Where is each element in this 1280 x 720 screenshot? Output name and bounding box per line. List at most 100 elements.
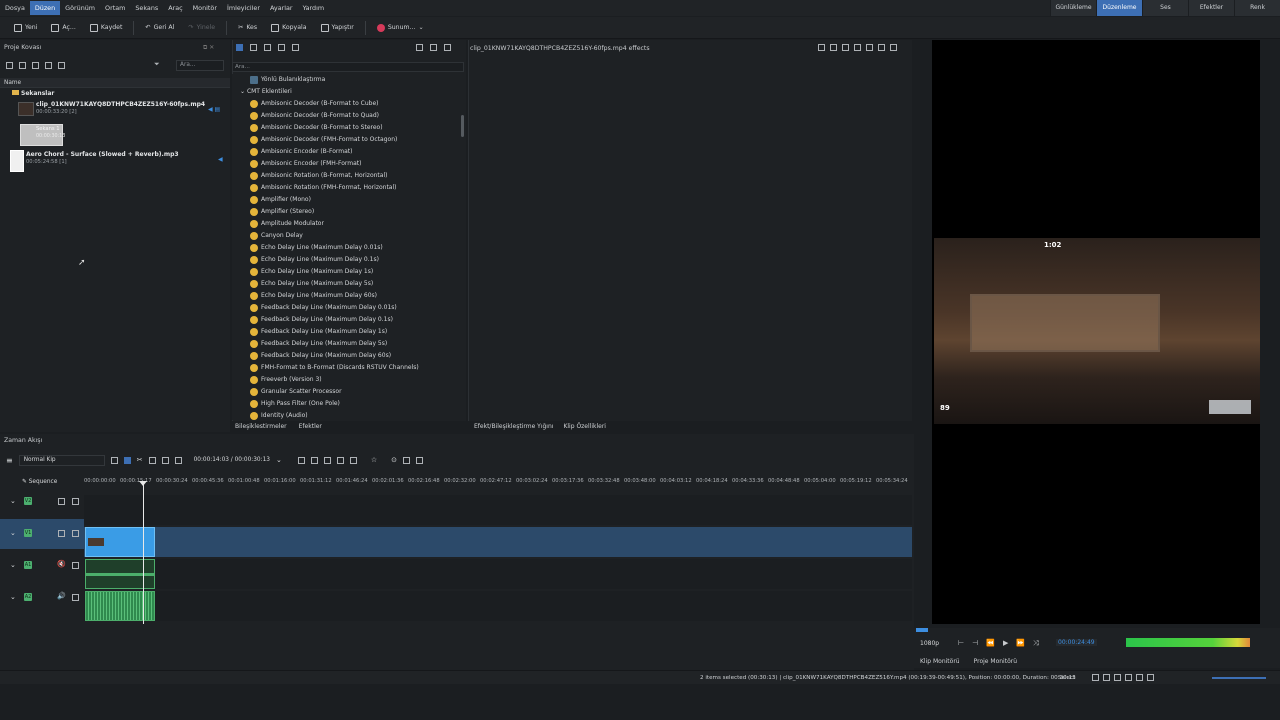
project-audio-row[interactable]: Aero Chord - Surface (Slowed + Reverb).m… [0,148,230,172]
audio-thumb-icon[interactable] [1114,674,1121,681]
video-filter-icon[interactable] [250,44,257,51]
effect-item[interactable]: Ambisonic Decoder (B-Format to Quad) [232,110,458,122]
project-column-header[interactable]: Name [0,78,230,88]
chevron-down-icon[interactable]: ⌄ [10,529,16,537]
tab-project-monitor[interactable]: Proje Monitörü [974,658,1017,665]
effect-item[interactable]: Echo Delay Line (Maximum Delay 0.01s) [232,242,458,254]
star-icon[interactable]: ☆ [371,456,377,464]
download-icon[interactable] [416,44,423,51]
menu-sequence[interactable]: Sekans [130,1,163,15]
menu-icon[interactable] [6,61,13,69]
lock-icon[interactable] [72,562,79,569]
cut-button[interactable]: ✂ Kes [232,19,263,37]
monitor-timecode[interactable]: 00:00:24:49 [1056,639,1097,646]
timeline-audio-clip-a2[interactable] [85,591,155,621]
thumbnail-icon[interactable] [1103,674,1110,681]
status-select-mode[interactable]: Select [1058,671,1075,685]
power-icon[interactable] [890,44,897,51]
add-clip-icon[interactable] [19,61,26,69]
tab-clip-monitor[interactable]: Klip Monitörü [920,658,960,665]
effects-search-input[interactable]: Ara... [232,62,464,72]
markers-icon[interactable] [1125,674,1132,681]
compare-icon[interactable] [818,44,825,51]
menu-clip[interactable]: Ortam [100,1,130,15]
effect-item[interactable]: Ambisonic Encoder (FMH-Format) [232,158,458,170]
save-button[interactable]: Kaydet [84,19,129,37]
effect-item[interactable]: Echo Delay Line (Maximum Delay 0.1s) [232,254,458,266]
effect-item[interactable]: Ambisonic Decoder (FMH-Format to Octagon… [232,134,458,146]
rewind-icon[interactable]: ⏪ [986,639,995,648]
speaker-muted-icon[interactable]: 🔇 [57,560,66,568]
effect-item[interactable]: Amplitude Modulator [232,218,458,230]
mixer-icon[interactable]: ⊙ [391,456,397,464]
chevron-down-icon[interactable]: ⌄ [10,497,16,505]
speaker-icon[interactable]: 🔊 [57,592,66,600]
mark-out-icon[interactable]: ⊣ [972,639,978,648]
render-button[interactable]: Sunum... ⌄ [371,19,430,37]
save-stack-icon[interactable] [854,44,861,51]
copy-button[interactable]: Kopyala [265,19,312,37]
lock-icon[interactable] [72,498,79,505]
spacer-icon[interactable] [110,456,118,464]
menu-settings[interactable]: Ayarlar [265,1,298,15]
chevron-down-icon[interactable]: ⌄ [10,593,16,601]
workspace-logging[interactable]: Günlükleme [1050,0,1096,16]
favorite-icon[interactable] [292,44,299,51]
multicam-icon[interactable] [174,456,182,464]
menu-help[interactable]: Yardım [298,1,330,15]
menu-edit[interactable]: Düzen [29,1,61,15]
panel-float-icon[interactable]: ⧉ ✕ [203,44,214,52]
tab-effect-stack[interactable]: Efekt/Bileşikleştirme Yığını [474,421,553,432]
overwrite-icon[interactable] [310,456,318,464]
workspace-color[interactable]: Renk [1234,0,1280,16]
tab-compositions[interactable]: Bileşiklestirmeler [235,421,287,432]
track-monitor-icon[interactable] [58,530,65,537]
effect-item[interactable]: Freeverb (Version 3) [232,374,458,386]
workspace-audio[interactable]: Ses [1142,0,1188,16]
filter-icon[interactable] [430,44,437,51]
split-icon[interactable] [842,44,849,51]
folder-row[interactable]: Sekanslar [0,90,230,99]
project-clip-row[interactable]: clip_01KNW71KAYQ8DTHPCB4ZEZ516Y-60fps.mp… [0,100,230,120]
effect-item[interactable]: Ambisonic Decoder (B-Format to Cube) [232,98,458,110]
effect-item[interactable]: Echo Delay Line (Maximum Delay 1s) [232,266,458,278]
effect-item[interactable]: Ambisonic Rotation (B-Format, Horizontal… [232,170,458,182]
chevron-down-icon[interactable]: ⌄ [10,561,16,569]
tab-clip-properties[interactable]: Klip Özellikleri [563,421,606,432]
open-button[interactable]: Aç... [45,19,81,37]
chevron-down-icon[interactable]: ⌄ [276,456,282,464]
zoom-slider[interactable] [1212,677,1266,679]
redo-button[interactable]: ↷ Yinele [182,19,221,37]
folder-icon[interactable] [32,61,39,69]
hamburger-icon[interactable]: ≡ [6,456,13,465]
track-target-badge[interactable]: V2 [24,497,32,505]
tab-effects[interactable]: Efektler [299,421,322,432]
effect-item[interactable]: Ambisonic Encoder (B-Format) [232,146,458,158]
track-lane-a1[interactable] [84,559,912,589]
snap-icon[interactable] [1092,674,1099,681]
effect-item[interactable]: Feedback Delay Line (Maximum Delay 60s) [232,350,458,362]
list-view-icon[interactable] [58,61,65,69]
track-target-badge[interactable]: A2 [24,593,32,601]
menu-file[interactable]: Dosya [0,1,30,15]
lock-icon[interactable] [72,530,79,537]
track-lane-a2[interactable] [84,591,912,621]
menu-monitor[interactable]: Monitör [188,1,222,15]
effect-item[interactable]: Feedback Delay Line (Maximum Delay 5s) [232,338,458,350]
workspace-editing[interactable]: Düzenleme [1096,0,1142,16]
layout-icon[interactable] [415,456,423,464]
track-target-badge[interactable]: V1 [24,529,32,537]
zoom-in-icon[interactable] [1147,674,1154,681]
menu-view[interactable]: Görünüm [60,1,100,15]
edit-mode-select[interactable]: Normal Kip [18,454,105,466]
filter-icon[interactable]: ⏷ [154,60,160,69]
playhead-handle[interactable] [139,481,147,486]
effect-category[interactable]: ⌄ CMT Eklentileri [232,86,458,98]
menu-markers[interactable]: İmleyiciler [222,1,265,15]
effect-item[interactable]: Amplifier (Stereo) [232,206,458,218]
effect-item[interactable]: Yönlü Bulanıklaştırma [232,74,458,86]
mark-in-icon[interactable]: ⊢ [958,639,964,648]
timeline-audio-clip-a1[interactable] [85,559,155,589]
effect-item[interactable]: Ambisonic Decoder (B-Format to Stereo) [232,122,458,134]
settings-icon[interactable] [402,456,410,464]
